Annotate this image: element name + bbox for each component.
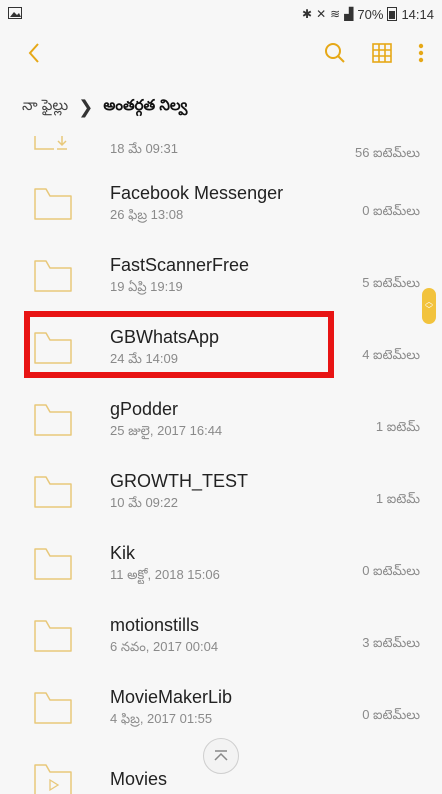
item-name: motionstills (110, 615, 200, 635)
breadcrumb-separator: ❯ (78, 96, 94, 117)
item-date: 10 మే 09:22 (110, 495, 178, 510)
breadcrumb-root[interactable]: నా ఫైల్లు (22, 97, 68, 118)
item-count: 3 ఐటెమ్‌లు (362, 635, 420, 650)
item-date: 19 ఏప్రి 19:19 (110, 279, 183, 294)
list-item[interactable]: 18 మే 09:31 56 ఐటెమ్‌లు (0, 136, 442, 168)
folder-icon (34, 260, 72, 292)
item-name: Kik (110, 543, 136, 563)
chevron-down-icon: ﹀ (425, 305, 433, 314)
grid-icon[interactable] (372, 43, 392, 63)
folder-icon (34, 404, 72, 436)
download-folder-icon (34, 136, 67, 150)
signal-icon: ▟ (344, 7, 354, 21)
folder-icon (34, 548, 72, 580)
more-vertical-icon[interactable] (418, 43, 424, 63)
folder-icon (34, 332, 72, 364)
list-item[interactable]: GROWTH_TEST 10 మే 09:22 1 ఐటెమ్ (0, 456, 442, 528)
item-count: 0 ఐటెమ్‌లు (362, 707, 420, 722)
item-date: 18 మే 09:31 (110, 140, 178, 156)
item-name: gPodder (110, 399, 179, 419)
gallery-notification-icon (8, 6, 22, 22)
battery-icon (387, 7, 398, 21)
item-date: 25 జులై, 2017 16:44 (110, 423, 223, 438)
item-count: 56 ఐటెమ్‌లు (354, 145, 420, 160)
item-name: GBWhatsApp (110, 327, 220, 347)
item-count: 5 ఐటెమ్‌లు (362, 275, 420, 290)
list-item[interactable]: Facebook Messenger 26 ఫిబ్ర 13:08 0 ఐటెమ… (0, 168, 442, 240)
breadcrumb: నా ఫైల్లు ❯ అంతర్గత నిల్వ (0, 78, 442, 136)
folder-icon (34, 620, 72, 652)
list-item[interactable]: Kik 11 అక్టో, 2018 15:06 0 ఐటెమ్‌లు (0, 528, 442, 600)
video-folder-icon (34, 764, 72, 794)
item-count: 1 ఐటెమ్ (375, 491, 420, 506)
item-date: 26 ఫిబ్ర 13:08 (110, 207, 184, 222)
battery-percent: 70% (357, 6, 384, 22)
file-list: 18 మే 09:31 56 ఐటెమ్‌లు Facebook Messeng… (0, 136, 442, 794)
item-count: 0 ఐటెమ్‌లు (362, 563, 420, 578)
mute-icon: ✕ (316, 7, 327, 21)
wifi-icon: ≋ (330, 7, 341, 21)
list-item[interactable]: gPodder 25 జులై, 2017 16:44 1 ఐటెమ్ (0, 384, 442, 456)
list-item[interactable]: MovieMakerLib 4 ఫిబ్ర, 2017 01:55 0 ఐటెమ… (0, 672, 442, 744)
chevron-left-icon[interactable] (22, 41, 46, 65)
app-bar (0, 28, 442, 78)
item-name: MovieMakerLib (110, 687, 233, 707)
item-date: 24 మే 14:09 (110, 351, 178, 366)
list-item[interactable]: FastScannerFree 19 ఏప్రి 19:19 5 ఐటెమ్‌ల… (0, 240, 442, 312)
item-count: 4 ఐటెమ్‌లు (362, 347, 420, 362)
bluetooth-icon: ✱ (302, 7, 313, 21)
breadcrumb-current: అంతర్గత నిల్వ (103, 96, 188, 114)
list-item[interactable]: motionstills 6 నవం, 2017 00:04 3 ఐటెమ్‌ల… (0, 600, 442, 672)
item-name: GROWTH_TEST (110, 471, 248, 491)
item-name: FastScannerFree (110, 255, 250, 275)
list-item[interactable]: GBWhatsApp 24 మే 14:09 4 ఐటెమ్‌లు (0, 312, 442, 384)
scroll-to-top-button[interactable] (203, 738, 239, 774)
item-count: 0 ఐటెమ్‌లు (362, 203, 420, 218)
item-name: Facebook Messenger (110, 183, 284, 203)
folder-icon (34, 692, 72, 724)
item-date: 11 అక్టో, 2018 15:06 (110, 567, 220, 582)
status-bar: ✱ ✕ ≋ ▟ 70% 14:14 (0, 0, 442, 28)
folder-icon (34, 476, 72, 508)
scroll-to-top-icon (214, 750, 228, 761)
fast-scroll-handle[interactable]: ︿ ﹀ (422, 288, 436, 324)
item-date: 4 ఫిబ్ర, 2017 01:55 (110, 711, 213, 726)
search-icon[interactable] (324, 42, 346, 64)
item-date: 6 నవం, 2017 00:04 (110, 639, 219, 654)
clock: 14:14 (401, 6, 434, 22)
folder-icon (34, 188, 72, 220)
item-count: 1 ఐటెమ్ (375, 419, 420, 434)
